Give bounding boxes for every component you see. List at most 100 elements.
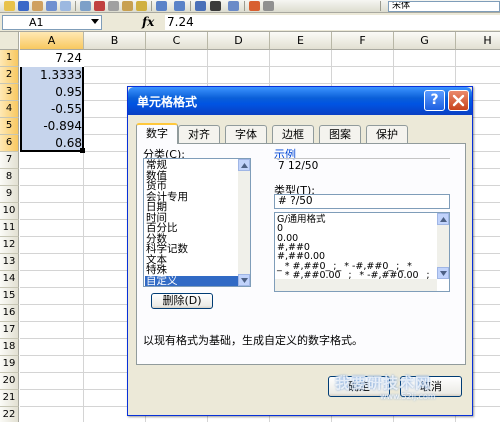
redo-icon[interactable] xyxy=(174,1,185,11)
cut-icon[interactable] xyxy=(94,1,105,11)
gridline xyxy=(20,66,500,67)
column-header[interactable]: F xyxy=(332,32,394,50)
fill-handle[interactable] xyxy=(80,148,85,153)
copy-icon[interactable] xyxy=(108,1,119,11)
save-icon[interactable] xyxy=(18,1,29,11)
chevron-down-icon[interactable] xyxy=(91,19,99,24)
row-header[interactable]: 14 xyxy=(0,271,19,288)
chart-wizard-icon[interactable] xyxy=(249,1,260,11)
category-listbox[interactable]: 常规 数值 货币 会计专用 日期 时间 百分比 分数 科学记数 文本 特殊 自定义 xyxy=(143,158,251,287)
table-cell[interactable]: 0.68 xyxy=(22,135,82,152)
tab-patterns[interactable]: 图案 xyxy=(319,125,361,143)
dialog-title: 单元格格式 xyxy=(137,95,198,109)
spelling-icon[interactable] xyxy=(80,1,91,11)
row-header[interactable]: 4 xyxy=(0,101,19,118)
row-header[interactable]: 11 xyxy=(0,220,19,237)
tab-border[interactable]: 边框 xyxy=(272,125,314,143)
row-header[interactable]: 1 xyxy=(0,50,19,67)
tab-font[interactable]: 字体 xyxy=(225,125,267,143)
row-header[interactable]: 20 xyxy=(0,373,19,390)
sample-divider xyxy=(274,158,450,159)
toolbar-separator xyxy=(151,1,152,11)
type-listbox[interactable]: G/通用格式 0 0.00 #,##0 #,##0.00 _ * #,##0_ ;_ * … xyxy=(274,212,450,292)
category-scrollbar[interactable] xyxy=(238,159,250,286)
column-header[interactable]: E xyxy=(270,32,332,50)
column-header[interactable]: C xyxy=(146,32,208,50)
scroll-down-button[interactable] xyxy=(238,274,250,286)
font-name-box[interactable]: 宋体 xyxy=(388,1,500,12)
toolbar-separator xyxy=(244,1,245,11)
insert-function-icon[interactable]: fx xyxy=(142,15,154,29)
format-cells-dialog: 单元格格式 ? 数字 对齐 字体 边框 图案 保护 分类(C): 常规 数值 货币会… xyxy=(127,86,473,416)
column-header[interactable]: G xyxy=(394,32,456,50)
row-header[interactable]: 12 xyxy=(0,237,19,254)
row-header[interactable]: 13 xyxy=(0,254,19,271)
row-header[interactable]: 22 xyxy=(0,407,19,422)
row-header[interactable]: 5 xyxy=(0,118,19,135)
tab-number[interactable]: 数字 xyxy=(136,123,178,144)
row-header[interactable]: 6 xyxy=(0,135,19,152)
row-header[interactable]: 17 xyxy=(0,322,19,339)
toolbar-separator xyxy=(75,1,76,11)
row-header[interactable]: 9 xyxy=(0,186,19,203)
formula-bar: A1 fx 7.24 xyxy=(0,13,500,32)
drawing-icon[interactable] xyxy=(263,1,274,11)
standard-toolbar: 宋体 xyxy=(0,0,500,13)
row-header[interactable]: 2 xyxy=(0,67,19,84)
sort-ascending-icon[interactable] xyxy=(228,1,239,11)
column-header[interactable]: B xyxy=(84,32,146,50)
tab-protection[interactable]: 保护 xyxy=(366,125,408,143)
sample-value: 7 12/50 xyxy=(278,160,319,172)
help-button[interactable]: ? xyxy=(424,90,445,111)
hyperlink-icon[interactable] xyxy=(195,1,206,11)
table-cell[interactable]: -0.55 xyxy=(22,101,82,118)
toolbar-separator xyxy=(190,1,191,11)
row-header[interactable]: 8 xyxy=(0,169,19,186)
tab-alignment[interactable]: 对齐 xyxy=(178,125,220,143)
name-box-value: A1 xyxy=(29,16,44,29)
table-cell[interactable]: 0.95 xyxy=(22,84,82,101)
formula-input[interactable]: 7.24 xyxy=(165,15,500,30)
row-header[interactable]: 19 xyxy=(0,356,19,373)
permission-icon[interactable] xyxy=(32,1,43,11)
row-header[interactable]: 7 xyxy=(0,152,19,169)
scroll-down-button[interactable] xyxy=(437,267,449,279)
print-preview-icon[interactable] xyxy=(60,1,71,11)
table-cell[interactable]: -0.894 xyxy=(22,118,82,135)
type-vscrollbar[interactable] xyxy=(437,213,449,279)
paste-icon[interactable] xyxy=(122,1,133,11)
select-all-corner[interactable] xyxy=(0,32,19,50)
column-header[interactable]: A xyxy=(20,32,84,50)
table-cell[interactable]: 7.24 xyxy=(22,50,82,67)
chevron-down-icon xyxy=(241,278,248,283)
chevron-down-icon xyxy=(440,271,447,276)
row-header[interactable]: 21 xyxy=(0,390,19,407)
print-icon[interactable] xyxy=(46,1,57,11)
name-box[interactable]: A1 xyxy=(2,15,102,30)
open-folder-icon[interactable] xyxy=(4,1,15,11)
row-header[interactable]: 15 xyxy=(0,288,19,305)
hint-text: 以现有格式为基础，生成自定义的数字格式。 xyxy=(143,334,363,347)
undo-icon[interactable] xyxy=(156,1,167,11)
autosum-icon[interactable] xyxy=(210,1,221,11)
category-item[interactable]: 自定义 xyxy=(145,275,238,286)
dialog-title-bar[interactable]: 单元格格式 ? xyxy=(128,87,472,115)
number-tab-panel: 分类(C): 常规 数值 货币 会计专用 日期 时间 百分比 分数 科学记数 文本 特殊 自定义 示例… xyxy=(136,143,466,365)
gridline xyxy=(20,83,500,84)
row-header[interactable]: 3 xyxy=(0,84,19,101)
row-header[interactable]: 18 xyxy=(0,339,19,356)
scroll-up-button[interactable] xyxy=(238,159,250,171)
watermark-logo: 我要研技术网 xyxy=(335,374,432,392)
column-header[interactable]: D xyxy=(208,32,270,50)
row-header[interactable]: 16 xyxy=(0,305,19,322)
column-header[interactable]: H xyxy=(456,32,500,50)
chevron-up-icon xyxy=(440,217,447,222)
delete-button[interactable]: 删除(D) xyxy=(151,293,213,309)
scroll-up-button[interactable] xyxy=(437,213,449,225)
type-hscrollbar[interactable] xyxy=(275,279,437,291)
type-input[interactable]: # ?/50 xyxy=(274,194,450,209)
table-cell[interactable]: 1.3333 xyxy=(22,67,82,84)
row-header[interactable]: 10 xyxy=(0,203,19,220)
close-button[interactable] xyxy=(448,90,469,111)
format-painter-icon[interactable] xyxy=(136,1,147,11)
